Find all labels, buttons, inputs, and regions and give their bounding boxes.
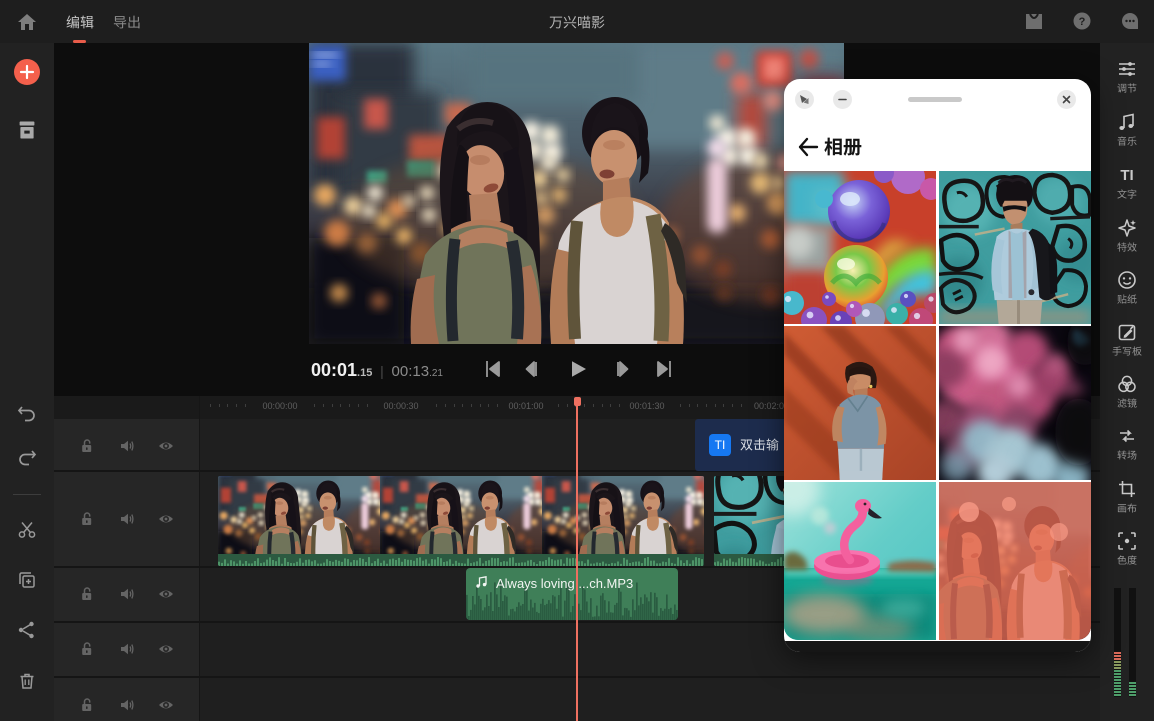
svg-text:TI: TI [1120,167,1133,184]
svg-text:?: ? [1079,16,1086,28]
